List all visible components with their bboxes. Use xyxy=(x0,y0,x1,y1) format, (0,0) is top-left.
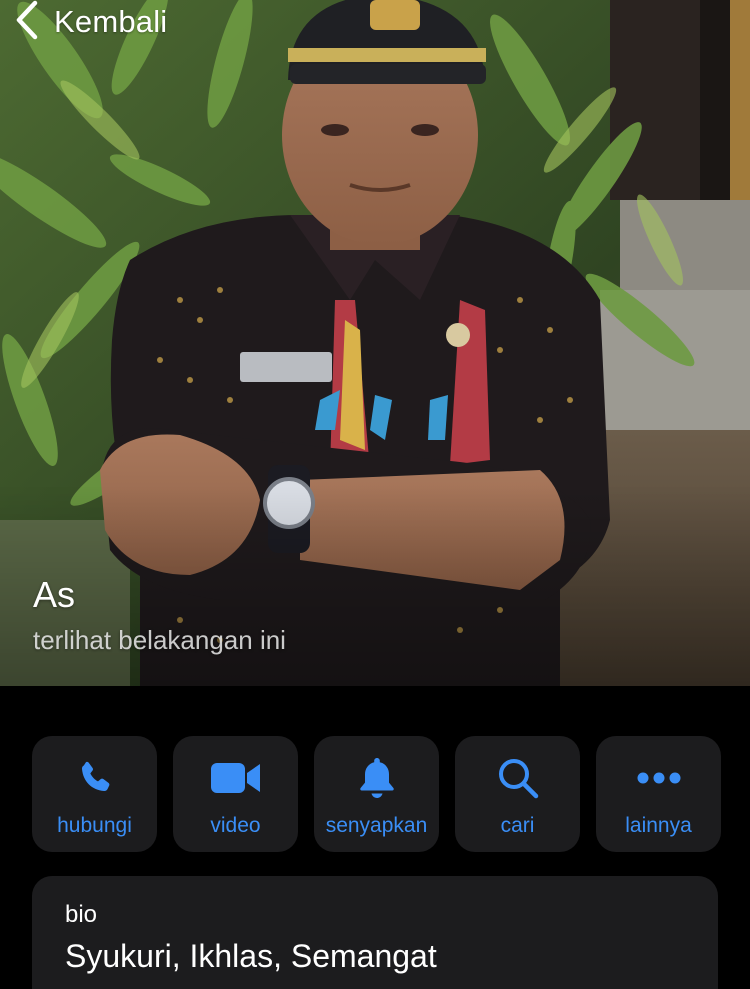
search-label: cari xyxy=(500,814,535,837)
profile-photo[interactable] xyxy=(0,0,750,686)
video-button[interactable]: video xyxy=(173,736,298,852)
bell-icon xyxy=(358,756,396,800)
photo-gradient-overlay xyxy=(0,486,750,686)
last-seen-status: terlihat belakangan ini xyxy=(33,625,286,655)
more-dots-icon xyxy=(637,756,681,800)
back-button[interactable]: Kembali xyxy=(14,0,167,44)
back-label: Kembali xyxy=(54,4,168,39)
bio-card[interactable]: bio Syukuri, Ikhlas, Semangat xyxy=(32,876,718,989)
bio-label: bio xyxy=(65,901,98,928)
contact-name: As xyxy=(33,574,76,615)
magnifier-icon xyxy=(497,756,539,800)
video-label: video xyxy=(210,814,261,837)
contact-actions: hubungi video senyapkan cari lainnya xyxy=(32,736,721,852)
bio-text: Syukuri, Ikhlas, Semangat xyxy=(65,938,437,974)
video-camera-icon xyxy=(210,756,262,800)
chevron-left-icon xyxy=(14,0,40,45)
profile-screen: Kembali As terlihat belakangan ini hubun… xyxy=(0,0,750,989)
more-label: lainnya xyxy=(625,814,692,837)
mute-button[interactable]: senyapkan xyxy=(314,736,439,852)
search-button[interactable]: cari xyxy=(455,736,580,852)
call-label: hubungi xyxy=(57,814,132,837)
more-button[interactable]: lainnya xyxy=(596,736,721,852)
call-button[interactable]: hubungi xyxy=(32,736,157,852)
mute-label: senyapkan xyxy=(325,814,428,837)
phone-icon xyxy=(75,756,115,800)
